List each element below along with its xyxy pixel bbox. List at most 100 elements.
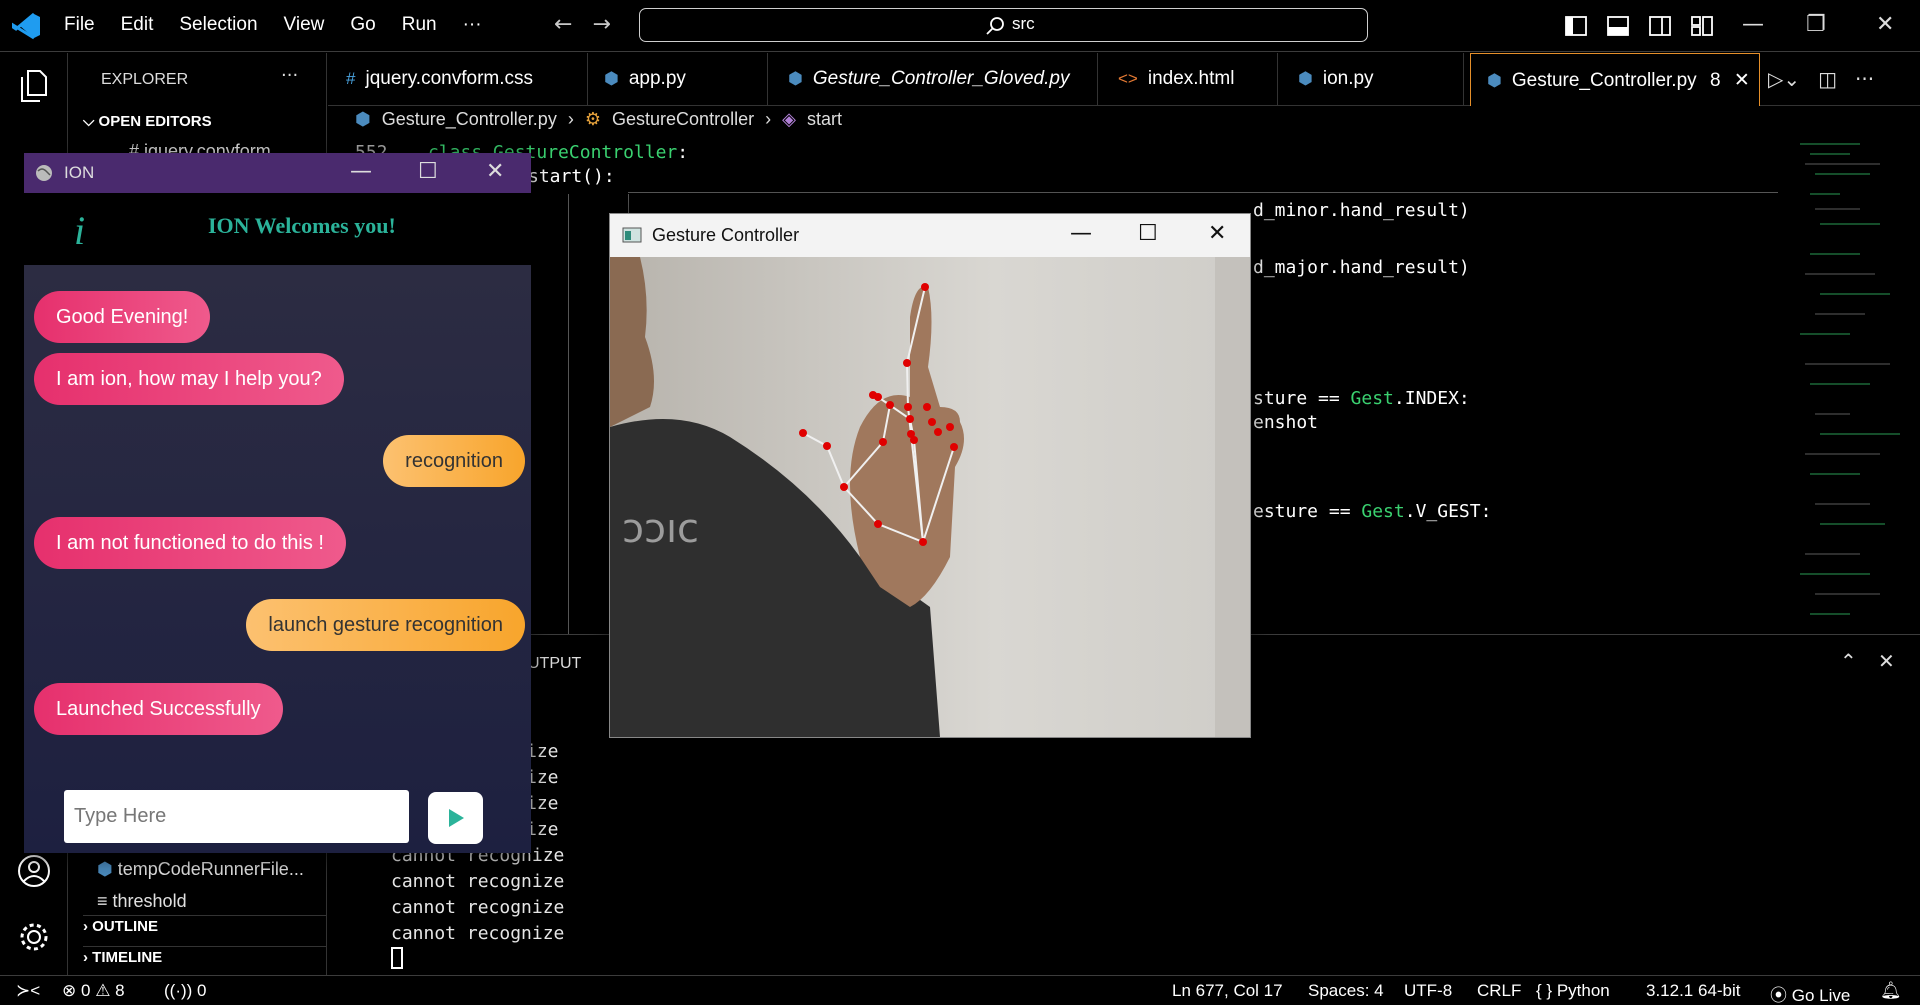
gesture-controller-window: Gesture Controller — ☐ ✕ ɔɔıc xyxy=(609,213,1251,738)
tab-close-icon[interactable]: ✕ xyxy=(1734,70,1750,91)
tab-label: app.py xyxy=(628,68,686,89)
menu-more[interactable]: ··· xyxy=(463,14,482,36)
command-center[interactable]: src xyxy=(639,8,1368,42)
python-file-icon: ⬢ xyxy=(1298,69,1313,88)
menu-view[interactable]: View xyxy=(284,14,325,36)
tab-label: ion.py xyxy=(1322,68,1374,89)
close-panel-icon[interactable]: ✕ xyxy=(1878,649,1895,673)
menu-file[interactable]: File xyxy=(64,14,95,36)
timeline-label: TIMELINE xyxy=(92,949,163,966)
explorer-more-icon[interactable]: ··· xyxy=(281,65,298,86)
line-ending[interactable]: CRLF xyxy=(1477,981,1521,1001)
ion-titlebar[interactable]: ION — ☐ ✕ xyxy=(24,153,531,193)
python-file-icon: ⬢ xyxy=(788,69,803,88)
tab-jquery-convform[interactable]: # jquery.convform.css xyxy=(328,53,588,106)
tab-gesture-controller-gloved[interactable]: ⬢ Gesture_Controller_Gloved.py xyxy=(768,53,1098,106)
tab-label: index.html xyxy=(1147,68,1235,89)
restore-icon[interactable]: ❐ xyxy=(1806,12,1826,37)
language-label: Python xyxy=(1556,981,1610,1000)
chat-input[interactable]: Type Here xyxy=(64,790,409,843)
go-live[interactable]: ⦿ Go Live xyxy=(1770,981,1850,1005)
python-file-icon: ⬢ xyxy=(97,859,113,879)
html-file-icon: <> xyxy=(1118,69,1138,88)
notifications-bell-icon[interactable]: 🔔︎ xyxy=(1880,981,1902,1001)
toggle-panel-icon[interactable] xyxy=(1606,14,1630,38)
tab-app-py[interactable]: ⬢ app.py xyxy=(588,53,768,106)
timeline-section[interactable]: › TIMELINE xyxy=(83,946,327,966)
open-editors-section[interactable]: ⌵ OPEN EDITORS xyxy=(83,113,212,130)
problems-status[interactable]: ⊗ 0 ⚠ 8 xyxy=(62,981,125,1001)
toggle-primary-sidebar-icon[interactable] xyxy=(1564,14,1588,38)
user-message: launch gesture recognition xyxy=(246,599,525,651)
back-arrow-icon[interactable]: ← xyxy=(554,12,572,37)
account-icon[interactable] xyxy=(16,853,52,889)
ports-count: 0 xyxy=(197,981,207,1000)
encoding[interactable]: UTF-8 xyxy=(1404,981,1452,1001)
breadcrumb-file[interactable]: Gesture_Controller.py xyxy=(382,109,557,129)
minimize-icon[interactable]: — xyxy=(1742,12,1764,37)
broadcast-icon: ⦿ xyxy=(1770,986,1787,1005)
file-item-tempcoderunner[interactable]: ⬢ tempCodeRunnerFile... xyxy=(97,859,304,880)
go-live-label: Go Live xyxy=(1791,986,1851,1005)
tab-gesture-controller[interactable]: ⬢ Gesture_Controller.py 8 ✕ xyxy=(1470,53,1760,106)
code-line: enshot xyxy=(1253,412,1319,433)
maximize-icon[interactable]: ☐ xyxy=(1138,221,1158,246)
minimize-icon[interactable]: — xyxy=(350,159,372,184)
settings-gear-icon[interactable] xyxy=(16,919,52,955)
warning-icon: ⚠ xyxy=(95,981,111,1000)
editor-tabs: # jquery.convform.css ⬢ app.py ⬢ Gesture_Co… xyxy=(328,53,1920,106)
indent-guide xyxy=(568,194,569,634)
language-mode[interactable]: { } Python xyxy=(1536,981,1610,1001)
python-interpreter[interactable]: 3.12.1 64-bit xyxy=(1646,981,1741,1001)
minimap[interactable] xyxy=(1790,134,1910,634)
cursor-position[interactable]: Ln 677, Col 17 xyxy=(1172,981,1283,1001)
close-icon[interactable]: ✕ xyxy=(1208,221,1226,246)
breadcrumb-class[interactable]: GestureController xyxy=(612,109,754,129)
run-icon[interactable]: ▷⌄ xyxy=(1768,67,1800,91)
send-button[interactable] xyxy=(428,792,483,844)
customize-layout-icon[interactable] xyxy=(1690,14,1714,38)
explorer-files-icon[interactable] xyxy=(16,67,52,103)
file-item-threshold[interactable]: ≡ threshold xyxy=(97,891,187,912)
code-line: d_minor.hand_result) xyxy=(1253,200,1470,221)
toggle-secondary-sidebar-icon[interactable] xyxy=(1648,14,1672,38)
layout-controls xyxy=(1564,14,1714,38)
tab-index-html[interactable]: <> index.html xyxy=(1098,53,1278,106)
maximize-icon[interactable]: ☐ xyxy=(418,159,438,184)
terminal-line: cannot recognize xyxy=(391,923,565,944)
file-label: tempCodeRunnerFile... xyxy=(117,859,304,879)
gesture-titlebar[interactable]: Gesture Controller — ☐ ✕ xyxy=(610,214,1250,257)
tab-label: Gesture_Controller_Gloved.py xyxy=(812,68,1070,89)
terminal-line: cannot recognize xyxy=(391,897,565,918)
split-editor-icon[interactable]: ◫ xyxy=(1818,67,1837,91)
status-bar: ≻< ⊗ 0 ⚠ 8 ((·)) 0 Ln 677, Col 17 Spaces… xyxy=(0,975,1920,1005)
chevron-right-icon: › xyxy=(83,918,88,935)
minimize-icon[interactable]: — xyxy=(1070,221,1092,246)
menu-edit[interactable]: Edit xyxy=(121,14,154,36)
python-file-icon: ⬢ xyxy=(1487,71,1502,90)
panel-tab-output[interactable]: UTPUT xyxy=(528,655,581,673)
class-symbol-icon: ⚙ xyxy=(584,109,601,129)
close-icon[interactable]: ✕ xyxy=(486,159,504,184)
tab-ion-py[interactable]: ⬢ ion.py xyxy=(1278,53,1464,106)
nav-arrows: ← → xyxy=(554,12,611,37)
python-file-icon: ⬢ xyxy=(604,69,619,88)
breadcrumb-method[interactable]: start xyxy=(807,109,842,129)
ion-chat-window: ION — ☐ ✕ i ION Welcomes you! Good Eveni… xyxy=(24,153,531,853)
python-file-icon: ⬢ xyxy=(355,109,371,129)
forward-arrow-icon[interactable]: → xyxy=(592,12,610,37)
maximize-panel-icon[interactable]: ⌃ xyxy=(1840,649,1857,673)
remote-icon[interactable]: ≻< xyxy=(16,981,40,1001)
menu-run[interactable]: Run xyxy=(402,14,437,36)
menu-go[interactable]: Go xyxy=(350,14,375,36)
menu-selection[interactable]: Selection xyxy=(179,14,257,36)
indentation[interactable]: Spaces: 4 xyxy=(1308,981,1384,1001)
ports-status[interactable]: ((·)) 0 xyxy=(164,981,207,1001)
shirt-print: ɔɔıc xyxy=(622,506,699,552)
more-actions-icon[interactable]: ··· xyxy=(1855,67,1874,91)
close-icon[interactable]: ✕ xyxy=(1876,12,1894,37)
ion-logo: i xyxy=(74,208,86,253)
title-bar: File Edit Selection View Go Run ··· ← → … xyxy=(0,0,1920,52)
tab-label: Gesture_Controller.py xyxy=(1511,70,1697,91)
outline-section[interactable]: › OUTLINE xyxy=(83,915,327,935)
